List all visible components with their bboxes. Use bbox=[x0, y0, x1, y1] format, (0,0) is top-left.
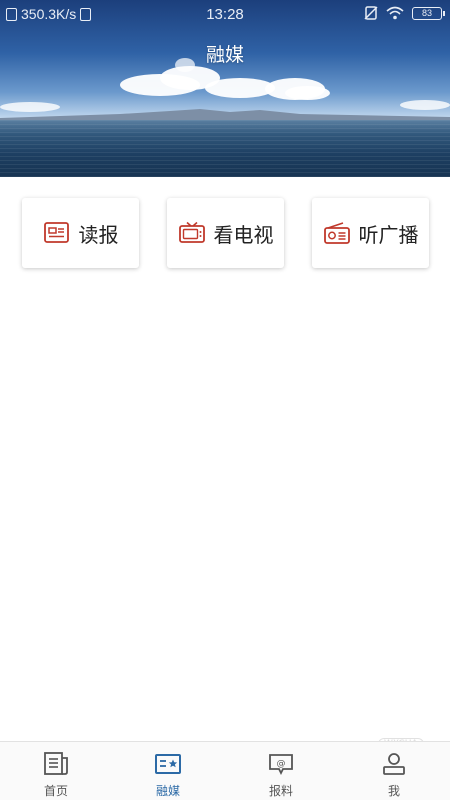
nav-item-home[interactable]: 首页 bbox=[0, 742, 112, 800]
user-icon bbox=[383, 753, 405, 775]
news-icon bbox=[44, 752, 68, 775]
status-bar: 350.3K/s 13:28 83 bbox=[0, 0, 450, 28]
nav-label-me: 我 bbox=[387, 784, 400, 798]
listen-radio-label: 听广播 bbox=[358, 224, 419, 247]
media-card-icon bbox=[155, 754, 181, 774]
read-newspaper-label: 读报 bbox=[78, 224, 119, 247]
page-title: 融媒 bbox=[205, 45, 244, 66]
nav-item-media[interactable]: 融媒 bbox=[112, 742, 224, 800]
wifi-icon bbox=[386, 6, 404, 20]
battery-icon: 83 bbox=[412, 6, 445, 20]
media-shortcuts: 读报 看电视 听广播 bbox=[22, 198, 429, 268]
nav-label-report: 报料 bbox=[268, 784, 293, 798]
nav-item-me[interactable]: 我 bbox=[338, 742, 450, 800]
sea bbox=[0, 120, 450, 177]
svg-text:@: @ bbox=[277, 759, 286, 769]
nav-label-home: 首页 bbox=[43, 784, 68, 798]
listen-radio-button[interactable]: 听广播 bbox=[312, 198, 429, 268]
bottom-nav: 首页 融媒 @ 报料 我 bbox=[0, 741, 450, 800]
watch-tv-button[interactable]: 看电视 bbox=[167, 198, 284, 268]
tv-icon bbox=[178, 221, 205, 243]
nav-label-media: 融媒 bbox=[155, 784, 180, 798]
nav-item-report[interactable]: @ 报料 bbox=[225, 742, 337, 800]
report-chat-icon: @ bbox=[269, 754, 293, 776]
read-newspaper-button[interactable]: 读报 bbox=[22, 198, 139, 268]
battery-level: 83 bbox=[421, 8, 432, 18]
no-sim-icon bbox=[364, 6, 378, 20]
radio-icon bbox=[323, 222, 350, 244]
newspaper-icon bbox=[43, 222, 69, 243]
watch-tv-label: 看电视 bbox=[213, 224, 274, 247]
